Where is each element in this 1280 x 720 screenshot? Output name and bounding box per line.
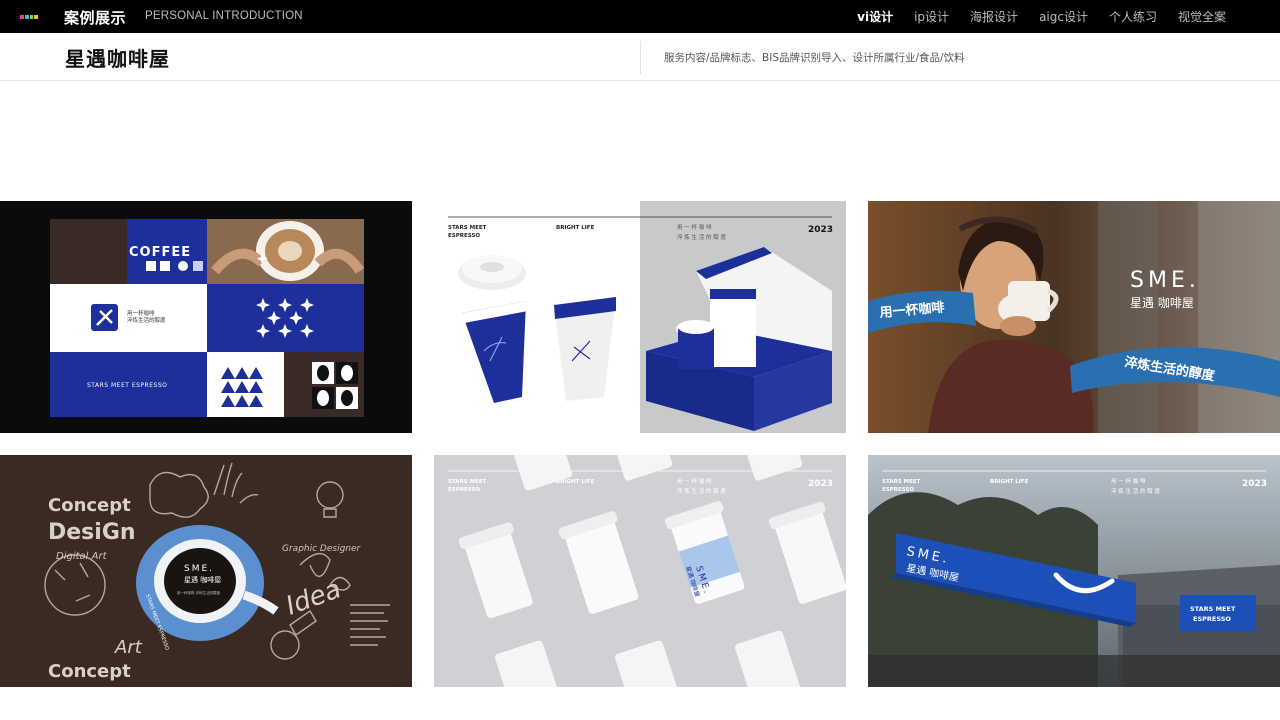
small-sign-line2: ESPRESSO (1193, 615, 1231, 623)
cup-pattern-image: STARS MEET ESPRESSO BRIGHT LIFE 用 一 杯 咖 … (434, 455, 846, 687)
stars-meet-text: STARS MEET (448, 479, 487, 485)
top-navbar: 案例展示 PERSONAL INTRODUCTION vi设计 ip设计 海报设… (0, 0, 1280, 33)
nav-item-aigc[interactable]: aigc设计 (1039, 8, 1088, 25)
sme-logo-text: SME. (1130, 268, 1200, 293)
year-text: 2023 (808, 479, 833, 489)
gallery-tile-chalkboard[interactable]: Concept DesiGn Digital Art Art Concept G… (0, 455, 412, 687)
chalkboard-image: Concept DesiGn Digital Art Art Concept G… (0, 455, 412, 687)
cn-line2: 淬 炼 生 活 的 醇 度 (677, 233, 726, 241)
brand-name-text: 星遇 咖啡屋 (1130, 295, 1194, 310)
project-header: 星遇咖啡屋 服务内容/品牌标志、BIS品牌识别导入、设计所属行业/食品/饮料 (0, 33, 1280, 81)
nav-item-practice[interactable]: 个人练习 (1109, 8, 1157, 25)
espresso-text: ESPRESSO (448, 233, 480, 239)
nav-item-ip[interactable]: ip设计 (914, 8, 949, 25)
cup-brand-text: 星遇 咖啡屋 (184, 575, 221, 584)
stars-meet-text: STARS MEET (882, 479, 921, 485)
cn-line2: 淬 炼 生 活 的 醇 度 (1111, 487, 1160, 495)
gallery-tile-vi-grid[interactable]: COFFEE 用一杯咖啡 淬炼生活的醇度 STARS MEET ESPRESSO (0, 201, 412, 433)
campaign-photo-image: 用一杯咖啡 淬炼生活的醇度 SME. 星遇 咖啡屋 (868, 201, 1280, 433)
logo-icon[interactable] (20, 15, 38, 19)
year-text: 2023 (808, 225, 833, 235)
header-divider (640, 41, 641, 74)
bright-life-text: BRIGHT LIFE (556, 225, 595, 231)
nav-item-visual[interactable]: 视觉全案 (1178, 8, 1226, 25)
site-title[interactable]: 案例展示 (64, 7, 126, 28)
word-art: Art (114, 637, 143, 658)
coffee-text: COFFEE (129, 245, 191, 260)
gallery-tile-cup-pattern[interactable]: STARS MEET ESPRESSO BRIGHT LIFE 用 一 杯 咖 … (434, 455, 846, 687)
gallery-tile-packaging[interactable]: STARS MEET ESPRESSO BRIGHT LIFE 用 一 杯 咖 … (434, 201, 846, 433)
year-text: 2023 (1242, 479, 1267, 489)
gallery-tile-storefront[interactable]: STARS MEET ESPRESSO BRIGHT LIFE 用 一 杯 咖 … (868, 455, 1280, 687)
triangle-pattern (221, 367, 263, 407)
espresso-text: ESPRESSO (882, 487, 914, 493)
nav-item-poster[interactable]: 海报设计 (970, 8, 1018, 25)
page-title: 星遇咖啡屋 (65, 47, 170, 71)
bright-life-text: BRIGHT LIFE (556, 479, 595, 485)
stars-meet-text: STARS MEET (448, 225, 487, 231)
espresso-text: ESPRESSO (448, 487, 480, 493)
slogan-line1: 用一杯咖啡 (127, 309, 155, 317)
word-concept-top: Concept (48, 495, 131, 516)
site-subtitle: PERSONAL INTRODUCTION (145, 10, 303, 22)
storefront-image: STARS MEET ESPRESSO BRIGHT LIFE 用 一 杯 咖 … (868, 455, 1280, 687)
stars-meet-espresso-text: STARS MEET ESPRESSO (87, 382, 167, 389)
bright-life-text: BRIGHT LIFE (990, 479, 1029, 485)
cn-line2: 淬 炼 生 活 的 醇 度 (677, 487, 726, 495)
word-design: DesiGn (48, 520, 136, 545)
gallery-tile-campaign-photo[interactable]: 用一杯咖啡 淬炼生活的醇度 SME. 星遇 咖啡屋 (868, 201, 1280, 433)
small-sign-line1: STARS MEET (1190, 605, 1236, 613)
slogan-line2: 淬炼生活的醇度 (127, 316, 166, 324)
cup-sme-text: SME. (184, 564, 214, 574)
cn-line1: 用 一 杯 咖 啡 (1111, 477, 1146, 485)
packaging-image: STARS MEET ESPRESSO BRIGHT LIFE 用 一 杯 咖 … (434, 201, 846, 433)
word-concept-bottom: Concept (48, 661, 131, 682)
nav-item-vi[interactable]: vi设计 (857, 8, 893, 25)
vi-grid-image: COFFEE 用一杯咖啡 淬炼生活的醇度 STARS MEET ESPRESSO (0, 201, 412, 433)
cn-line1: 用 一 杯 咖 啡 (677, 223, 712, 231)
service-info: 服务内容/品牌标志、BIS品牌识别导入、设计所属行业/食品/饮料 (664, 52, 965, 64)
main-nav: vi设计 ip设计 海报设计 aigc设计 个人练习 视觉全案 (857, 0, 1226, 33)
word-digital-art: Digital Art (56, 551, 108, 562)
cup-slogan-text: 用一杯咖啡 淬炼生活的醇度 (177, 590, 221, 595)
word-graphic-designer: Graphic Designer (282, 544, 362, 554)
cn-line1: 用 一 杯 咖 啡 (677, 477, 712, 485)
